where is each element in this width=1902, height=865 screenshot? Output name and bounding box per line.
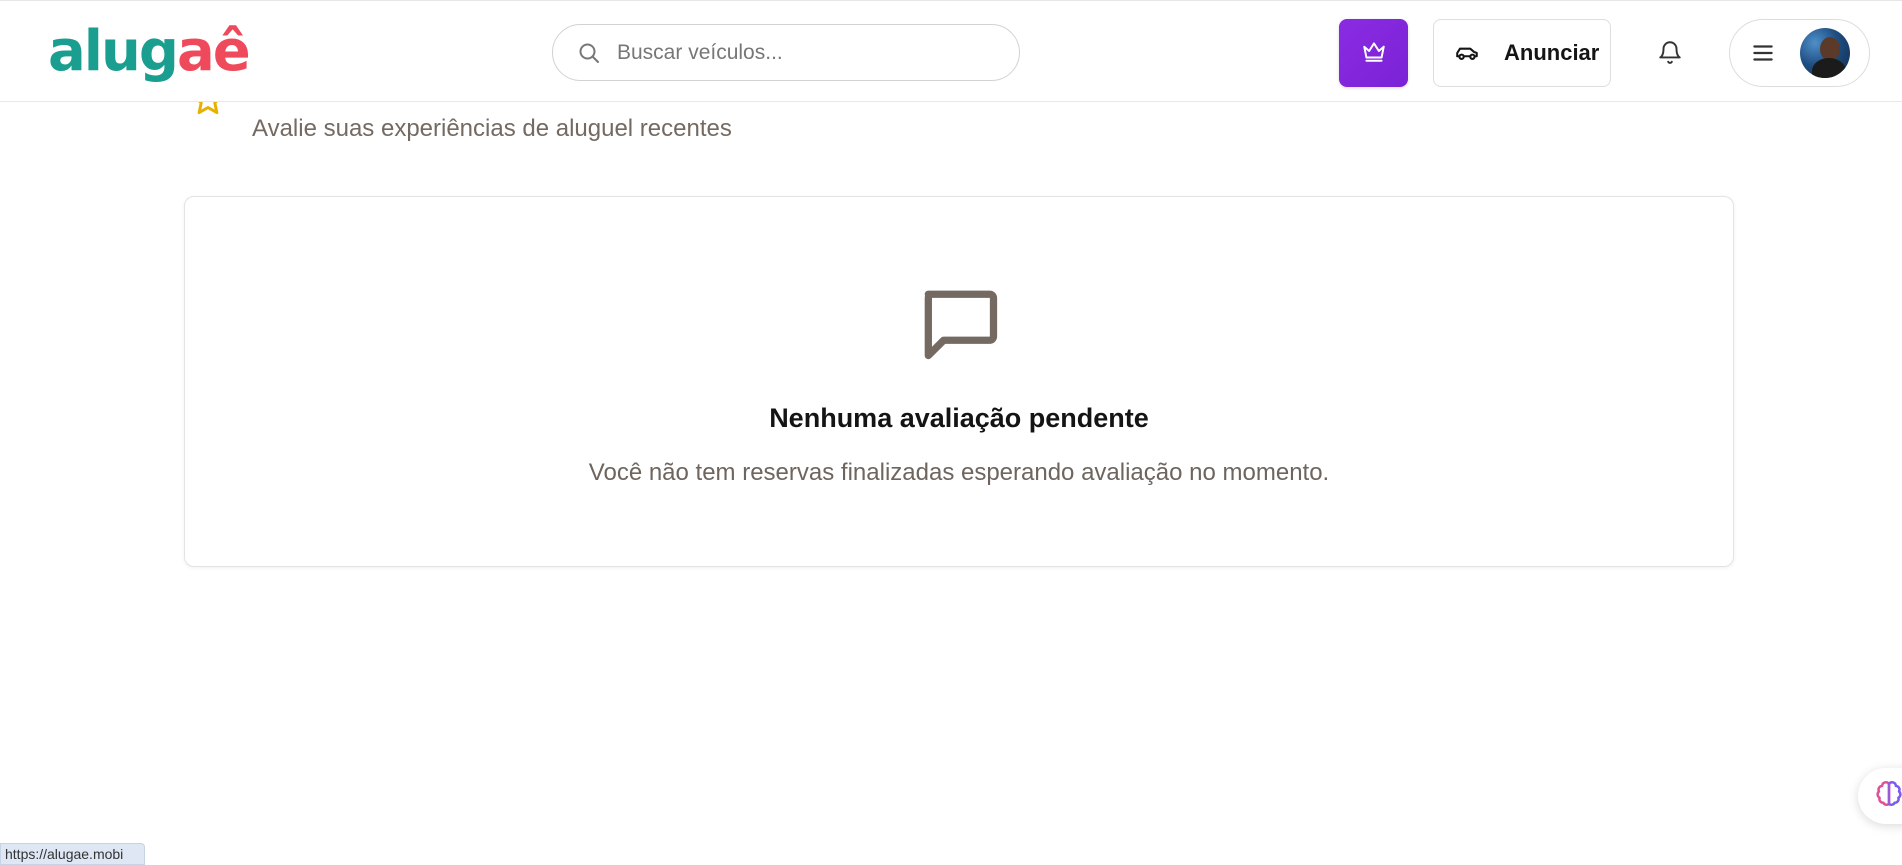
bell-icon bbox=[1657, 39, 1683, 70]
search-bar[interactable] bbox=[552, 24, 1020, 81]
avatar[interactable] bbox=[1800, 28, 1850, 78]
status-bar-url: https://alugae.mobi bbox=[0, 843, 145, 865]
message-square-icon bbox=[913, 277, 1005, 374]
crown-icon bbox=[1361, 38, 1387, 69]
avatar-body bbox=[1812, 58, 1846, 78]
logo-text-part3: ê bbox=[212, 19, 251, 84]
assistant-button[interactable] bbox=[1858, 768, 1902, 824]
empty-state-card: Nenhuma avaliação pendente Você não tem … bbox=[184, 196, 1734, 567]
car-icon bbox=[1454, 40, 1480, 66]
logo-text-part2: a bbox=[176, 19, 215, 84]
empty-state-text: Você não tem reservas finalizadas espera… bbox=[588, 459, 1330, 486]
alugae-logo[interactable]: alug a ê bbox=[48, 17, 251, 87]
empty-state-title: Nenhuma avaliação pendente bbox=[769, 403, 1149, 433]
user-menu-button[interactable] bbox=[1729, 19, 1870, 87]
page-subtitle: Avalie suas experiências de aluguel rece… bbox=[252, 115, 732, 142]
announce-button[interactable]: Anunciar bbox=[1433, 19, 1611, 87]
brain-icon bbox=[1874, 779, 1902, 814]
search-icon bbox=[577, 41, 601, 65]
announce-label: Anunciar bbox=[1504, 40, 1600, 65]
notifications-button[interactable] bbox=[1645, 31, 1695, 77]
logo-text-part1: alug bbox=[48, 19, 179, 84]
hamburger-icon bbox=[1750, 40, 1776, 66]
top-navbar: alugaê Anunciar bbox=[0, 0, 1902, 102]
premium-button[interactable] bbox=[1339, 19, 1408, 87]
search-input[interactable] bbox=[615, 39, 999, 66]
